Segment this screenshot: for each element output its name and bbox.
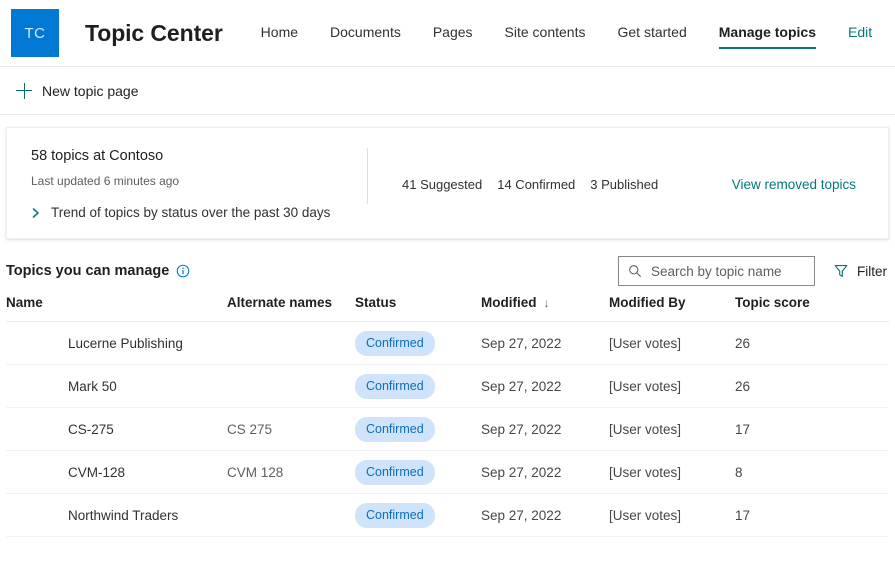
search-box[interactable]: [618, 256, 815, 286]
table-row[interactable]: CVM-128 CVM 128 Confirmed Sep 27, 2022 […: [6, 450, 889, 494]
filter-icon: [834, 265, 848, 277]
nav-item-edit[interactable]: Edit: [848, 22, 872, 45]
nav-item-site-contents[interactable]: Site contents: [505, 22, 586, 45]
column-header-alternate-names[interactable]: Alternate names: [227, 295, 355, 322]
site-logo-text: TC: [24, 24, 46, 42]
cell-topic-score: 17: [735, 493, 889, 537]
cell-topic-score: 8: [735, 450, 889, 494]
table-row[interactable]: Mark 50 Confirmed Sep 27, 2022 [User vot…: [6, 364, 889, 408]
nav-item-home[interactable]: Home: [261, 22, 298, 45]
command-bar: New topic page: [0, 67, 895, 115]
column-header-modified[interactable]: Modified ↓: [481, 295, 609, 322]
nav-item-pages[interactable]: Pages: [433, 22, 473, 45]
cell-alternate-names: CS 275: [227, 407, 355, 451]
table-row[interactable]: CS-275 CS 275 Confirmed Sep 27, 2022 [Us…: [6, 407, 889, 451]
cell-name[interactable]: CS-275: [6, 407, 227, 451]
cell-alternate-names: CVM 128: [227, 450, 355, 494]
cell-alternate-names: [227, 493, 355, 537]
cell-modified: Sep 27, 2022: [481, 493, 609, 537]
cell-modified-by: [User votes]: [609, 321, 735, 365]
status-stats: 41 Suggested 14 Confirmed 3 Published: [368, 144, 732, 224]
nav-item-get-started[interactable]: Get started: [617, 22, 686, 45]
cell-modified-by: [User votes]: [609, 450, 735, 494]
column-header-status[interactable]: Status: [355, 295, 481, 322]
last-updated-text: Last updated 6 minutes ago: [31, 174, 180, 188]
stat-confirmed: 14 Confirmed: [497, 176, 576, 192]
cell-name[interactable]: Northwind Traders: [6, 493, 227, 537]
summary-card-wrapper: 58 topics at Contoso Last updated 6 minu…: [0, 115, 895, 239]
cell-status: Confirmed: [355, 450, 481, 494]
sort-descending-icon: ↓: [543, 296, 550, 310]
chevron-right-icon: [32, 208, 39, 218]
cell-modified-by: [User votes]: [609, 407, 735, 451]
table-row[interactable]: Lucerne Publishing Confirmed Sep 27, 202…: [6, 321, 889, 365]
plus-icon: [16, 82, 32, 99]
stat-published: 3 Published: [590, 176, 659, 192]
status-badge: Confirmed: [355, 459, 435, 485]
cell-alternate-names: [227, 321, 355, 365]
column-header-modified-label: Modified: [481, 295, 537, 310]
cell-status: Confirmed: [355, 321, 481, 365]
cell-status: Confirmed: [355, 407, 481, 451]
cell-topic-score: 26: [735, 321, 889, 365]
site-logo[interactable]: TC: [11, 9, 59, 57]
status-badge: Confirmed: [355, 502, 435, 528]
cell-modified-by: [User votes]: [609, 493, 735, 537]
cell-modified: Sep 27, 2022: [481, 450, 609, 494]
list-title-group: Topics you can manage: [6, 263, 190, 279]
cell-topic-score: 17: [735, 407, 889, 451]
cell-topic-score: 26: [735, 364, 889, 408]
page-title: Topic Center: [85, 19, 223, 46]
status-badge: Confirmed: [355, 330, 435, 356]
topics-list-section: Topics you can manage Filter: [0, 239, 895, 537]
nav-item-documents[interactable]: Documents: [330, 22, 401, 45]
site-header: TC Topic Center Home Documents Pages Sit…: [0, 0, 895, 67]
cell-name[interactable]: Lucerne Publishing: [6, 321, 227, 365]
trend-label: Trend of topics by status over the past …: [51, 205, 331, 220]
status-badge: Confirmed: [355, 416, 435, 442]
cell-name[interactable]: Mark 50: [6, 364, 227, 408]
cell-modified: Sep 27, 2022: [481, 407, 609, 451]
trend-toggle[interactable]: Trend of topics by status over the past …: [31, 204, 367, 222]
column-header-name[interactable]: Name: [6, 295, 227, 322]
cell-modified-by: [User votes]: [609, 364, 735, 408]
stat-suggested: 41 Suggested: [402, 176, 483, 192]
list-title: Topics you can manage: [6, 263, 170, 279]
summary-card-action: View removed topics: [732, 144, 864, 224]
primary-nav: Home Documents Pages Site contents Get s…: [261, 0, 872, 66]
topics-table-head: Name Alternate names Status Modified ↓ Mo…: [6, 295, 889, 322]
cell-status: Confirmed: [355, 364, 481, 408]
cell-name[interactable]: CVM-128: [6, 450, 227, 494]
filter-button[interactable]: Filter: [831, 259, 889, 283]
summary-card-left: 58 topics at Contoso Last updated 6 minu…: [31, 144, 367, 224]
search-icon: [629, 265, 641, 277]
cell-status: Confirmed: [355, 493, 481, 537]
nav-item-manage-topics[interactable]: Manage topics: [718, 22, 817, 49]
column-header-topic-score[interactable]: Topic score: [735, 295, 889, 322]
topics-table: Name Alternate names Status Modified ↓ Mo…: [6, 295, 889, 537]
table-row[interactable]: Northwind Traders Confirmed Sep 27, 2022…: [6, 493, 889, 537]
new-topic-page-label: New topic page: [42, 82, 139, 99]
cell-modified: Sep 27, 2022: [481, 364, 609, 408]
filter-label: Filter: [857, 263, 887, 279]
topics-summary-card: 58 topics at Contoso Last updated 6 minu…: [6, 127, 889, 239]
topics-count-heading: 58 topics at Contoso: [31, 148, 164, 164]
list-toolbar: Topics you can manage Filter: [6, 239, 889, 295]
cell-modified: Sep 27, 2022: [481, 321, 609, 365]
info-icon[interactable]: [176, 264, 190, 278]
topics-table-body: Lucerne Publishing Confirmed Sep 27, 202…: [6, 321, 889, 537]
list-toolbar-right: Filter: [618, 256, 889, 286]
column-header-modified-by[interactable]: Modified By: [609, 295, 735, 322]
table-header-row: Name Alternate names Status Modified ↓ Mo…: [6, 295, 889, 322]
view-removed-topics-link[interactable]: View removed topics: [732, 177, 856, 192]
search-input[interactable]: [651, 263, 805, 279]
status-badge: Confirmed: [355, 373, 435, 399]
new-topic-page-button[interactable]: New topic page: [8, 77, 147, 105]
cell-alternate-names: [227, 364, 355, 408]
